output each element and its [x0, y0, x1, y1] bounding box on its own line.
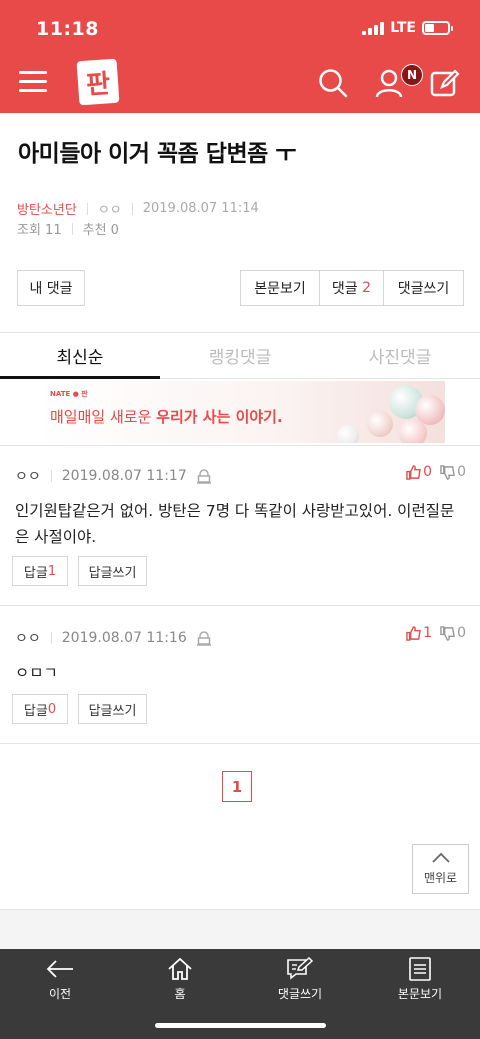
scroll-to-top-label: 맨위로	[423, 871, 458, 885]
nav-view-body-label: 본문보기	[397, 987, 443, 1001]
scroll-to-top-button[interactable]: 맨위로	[412, 844, 469, 894]
post-category[interactable]: 방탄소년단	[17, 199, 77, 218]
signal-icon	[362, 21, 385, 35]
comments-count: 2	[362, 280, 372, 296]
write-reply-button[interactable]: 답글쓰기	[78, 556, 147, 586]
reply-button[interactable]: 답글 1	[12, 556, 68, 586]
home-indicator	[155, 1023, 326, 1028]
reply-label: 답글	[23, 703, 48, 719]
thumbs-up-icon	[406, 625, 422, 641]
comment-body: 인기원탑같은거 없어. 방탄은 7명 다 똑같이 사랑받고있어. 이런질문은 사…	[15, 502, 455, 546]
my-comment-button[interactable]: 내 댓글	[17, 270, 85, 306]
divider	[0, 445, 480, 446]
ad-text-plain: 매일매일 새로운	[50, 408, 157, 426]
write-comment-button[interactable]: 댓글쓰기	[384, 271, 463, 305]
post-stats: 조회 11 추천 0	[17, 219, 119, 238]
post-meta: 방탄소년단 ㅇㅇ 2019.08.07 11:14	[17, 199, 259, 218]
nav-write-comment-label: 댓글쓰기	[277, 987, 323, 1001]
reply-button[interactable]: 답글 0	[12, 694, 68, 724]
view-body-button[interactable]: 본문보기	[241, 271, 320, 305]
search-icon[interactable]	[318, 68, 348, 98]
footer-band	[0, 909, 480, 949]
divider	[0, 743, 480, 744]
comment-author: ㅇㅇ	[15, 469, 41, 485]
status-indicators: LTE	[362, 20, 453, 36]
pearl-decoration	[367, 411, 393, 437]
tab-latest[interactable]: 최신순	[0, 333, 160, 379]
user-icon[interactable]	[374, 68, 404, 98]
post-recommend: 추천 0	[82, 223, 119, 238]
comment-votes: 1 0	[406, 625, 466, 641]
thumbs-down-icon	[440, 625, 455, 641]
ad-brand: NATE ● 판	[50, 390, 88, 398]
report-icon[interactable]	[196, 630, 211, 646]
comment-votes: 0 0	[406, 464, 466, 480]
reply-count: 0	[47, 701, 57, 717]
comment-author: ㅇㅇ	[15, 631, 41, 647]
comment-meta: ㅇㅇ 2019.08.07 11:17	[15, 466, 211, 486]
document-icon	[409, 957, 431, 981]
comment-meta: ㅇㅇ 2019.08.07 11:16	[15, 628, 211, 648]
comment-datetime: 2019.08.07 11:17	[61, 468, 187, 484]
pann-logo[interactable]: 판	[76, 58, 120, 106]
ad-banner[interactable]: NATE ● 판 매일매일 새로운 우리가 사는 이야기.	[37, 381, 445, 443]
comment-write-icon	[287, 957, 314, 980]
post-title: 아미들아 이거 꼭좀 답변좀 ㅜ	[18, 141, 296, 167]
post-views: 조회 11	[17, 223, 62, 238]
tab-photo[interactable]: 사진댓글	[320, 333, 480, 378]
thumbs-down-icon	[440, 464, 455, 480]
reply-count: 1	[47, 563, 57, 579]
comments-button[interactable]: 댓글 2	[320, 271, 384, 305]
tab-ranking[interactable]: 랭킹댓글	[160, 333, 320, 378]
reply-label: 답글	[23, 565, 48, 581]
ad-text: 매일매일 새로운 우리가 사는 이야기.	[50, 406, 283, 427]
pearl-decoration	[399, 419, 427, 443]
upvote-button[interactable]: 0	[406, 464, 432, 480]
comment-sort-tabs: 최신순 랭킹댓글 사진댓글	[0, 333, 480, 379]
back-arrow-icon	[46, 960, 73, 978]
divider	[0, 605, 480, 606]
write-reply-button[interactable]: 답글쓰기	[78, 694, 147, 724]
ad-text-bold: 우리가 사는 이야기.	[156, 408, 283, 426]
network-label: LTE	[390, 20, 416, 36]
chevron-up-icon	[431, 852, 450, 863]
downvote-count: 0	[457, 464, 466, 480]
status-time: 11:18	[36, 18, 99, 40]
pearl-decoration	[337, 425, 359, 443]
notification-badge[interactable]: N	[401, 64, 423, 86]
downvote-button[interactable]: 0	[440, 625, 466, 641]
comments-label: 댓글	[331, 281, 358, 297]
post-action-group: 본문보기 댓글 2 댓글쓰기	[240, 270, 464, 306]
home-icon	[168, 957, 192, 980]
comment-datetime: 2019.08.07 11:16	[61, 630, 187, 646]
page-number-current[interactable]: 1	[222, 771, 252, 802]
upvote-button[interactable]: 1	[406, 625, 432, 641]
report-icon[interactable]	[196, 468, 211, 484]
battery-icon	[422, 21, 453, 35]
upvote-count: 0	[423, 464, 433, 480]
upvote-count: 1	[423, 625, 433, 641]
nav-view-body[interactable]: 본문보기	[360, 949, 480, 1039]
downvote-button[interactable]: 0	[440, 464, 466, 480]
app-header: 11:18 LTE 판 N	[0, 0, 480, 113]
nav-home-label: 홈	[174, 987, 186, 1001]
post-datetime: 2019.08.07 11:14	[142, 201, 259, 216]
write-post-icon[interactable]	[430, 68, 460, 98]
thumbs-up-icon	[406, 464, 422, 480]
comment-body: ㅇㅁㄱ	[15, 664, 58, 682]
downvote-count: 0	[457, 625, 466, 641]
post-author: ㅇㅇ	[97, 203, 122, 218]
hamburger-menu-icon[interactable]	[19, 71, 47, 93]
nav-back-label: 이전	[48, 987, 72, 1001]
nav-back[interactable]: 이전	[0, 949, 120, 1039]
